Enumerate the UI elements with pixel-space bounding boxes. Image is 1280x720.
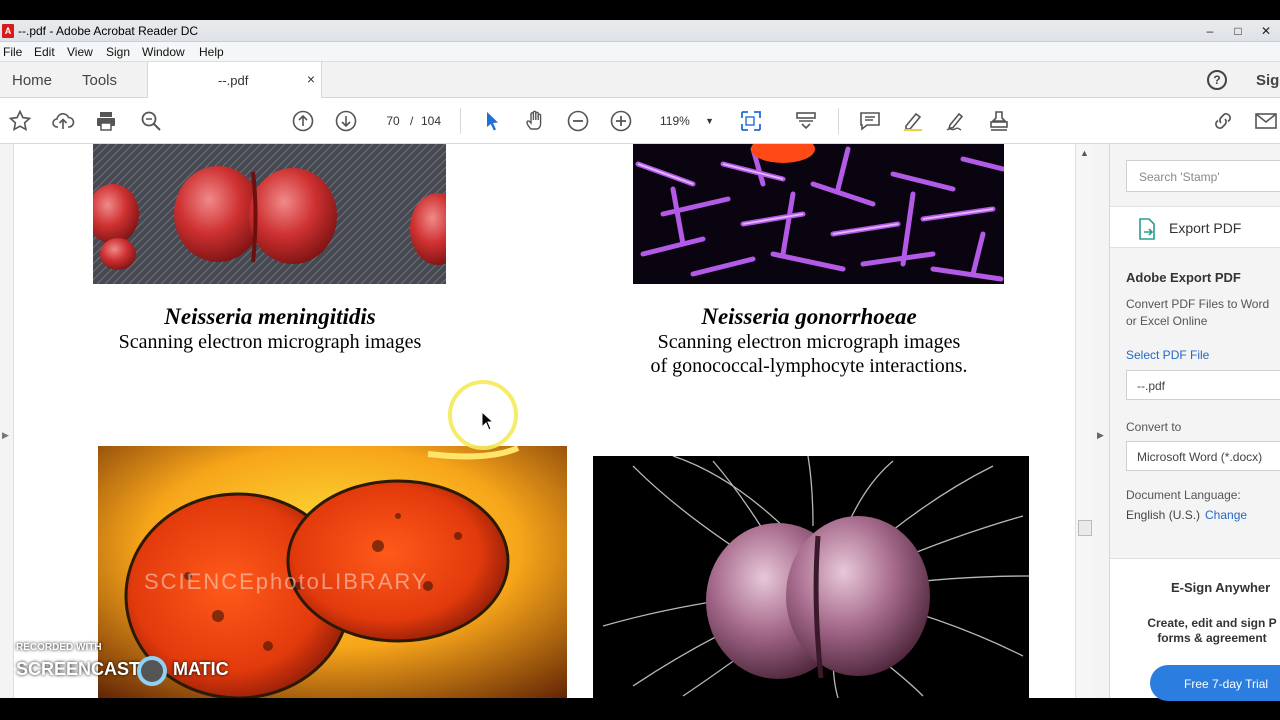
recorded-with-text: RECORDED WITH [16, 642, 102, 653]
sign-in-button[interactable]: Sig [1256, 72, 1279, 89]
esign-description-line: Create, edit and sign P [1147, 616, 1277, 630]
navigation-pane-toggle[interactable]: ▶ [0, 144, 14, 698]
convert-to-select[interactable]: Microsoft Word (*.docx) [1126, 441, 1280, 471]
free-trial-button[interactable]: Free 7-day Trial [1150, 665, 1280, 701]
zoom-in-icon[interactable] [609, 109, 633, 133]
tab-document[interactable]: --.pdf × [147, 62, 322, 98]
comment-icon[interactable] [858, 109, 882, 133]
species-name: Neisseria meningitidis [164, 304, 376, 329]
esign-description: Create, edit and sign P forms & agreemen… [1144, 616, 1280, 646]
menu-bar: File Edit View Sign Window Help [0, 42, 1280, 62]
share-link-icon[interactable] [1211, 109, 1235, 133]
tab-bar: Home Tools --.pdf × ? Sig [0, 62, 1280, 98]
right-pane-toggle[interactable]: ▶ [1093, 144, 1110, 698]
screen: A --.pdf - Adobe Acrobat Reader DC – □ ✕… [0, 0, 1280, 720]
chevron-right-icon: ▶ [1097, 430, 1104, 440]
brand-left-text: SCREENCAST [16, 659, 141, 679]
toolbar-divider [838, 108, 839, 134]
select-arrow-icon[interactable] [480, 109, 504, 133]
scrollbar-thumb[interactable] [1078, 520, 1092, 536]
document-view[interactable]: Neisseria meningitidis Scanning electron… [14, 144, 1075, 698]
main-toolbar: 70 / 104 119% ▼ [0, 98, 1280, 144]
change-language-link[interactable]: Change [1205, 508, 1247, 522]
help-icon[interactable]: ? [1207, 70, 1227, 90]
menu-window[interactable]: Window [142, 45, 185, 59]
find-icon[interactable] [139, 109, 163, 133]
export-description: Convert PDF Files to Word or Excel Onlin… [1126, 297, 1270, 328]
zoom-out-icon[interactable] [566, 109, 590, 133]
tools-search-input[interactable]: Search 'Stamp' [1126, 160, 1280, 192]
select-pdf-file-link[interactable]: Select PDF File [1126, 348, 1209, 362]
zoom-value: 119% [660, 114, 690, 128]
menu-edit[interactable]: Edit [34, 45, 55, 59]
micrograph-meningitidis [93, 144, 446, 284]
convert-to-label: Convert to [1126, 420, 1182, 434]
caption-line: Scanning electron micrograph images [118, 331, 422, 353]
close-tab-icon[interactable]: × [307, 71, 315, 87]
tab-tools[interactable]: Tools [82, 72, 117, 89]
document-language-label: Document Language: [1126, 488, 1241, 502]
chevron-right-icon: ▶ [2, 430, 9, 440]
export-pdf-button[interactable]: Export PDF [1110, 206, 1280, 248]
tools-pane: Search 'Stamp' Export PDF Adobe Export P… [1110, 144, 1280, 701]
window-title-bar: A --.pdf - Adobe Acrobat Reader DC – □ ✕ [0, 20, 1280, 42]
minimize-button[interactable]: – [1196, 20, 1224, 42]
page-down-icon[interactable] [334, 109, 358, 133]
page-separator: / [410, 114, 414, 128]
document-language-value: English (U.S.) [1126, 508, 1201, 522]
esign-description-line: forms & agreement [1157, 631, 1267, 645]
menu-sign[interactable]: Sign [106, 45, 130, 59]
sign-pen-icon[interactable] [944, 109, 968, 133]
menu-file[interactable]: File [3, 45, 22, 59]
toolbar-divider [460, 108, 461, 134]
acrobat-icon: A [2, 24, 14, 38]
window-title: --.pdf - Adobe Acrobat Reader DC [18, 24, 199, 38]
document-tab-label: --.pdf [218, 73, 249, 88]
caption-meningitidis: Neisseria meningitidis Scanning electron… [84, 304, 456, 354]
print-icon[interactable] [94, 109, 118, 133]
vertical-scrollbar[interactable]: ▲ [1075, 144, 1093, 698]
caption-line: of gonococcal-lymphocyte interactions. [650, 355, 968, 377]
export-heading: Adobe Export PDF [1126, 270, 1241, 285]
page-number-input[interactable]: 70 [378, 111, 408, 131]
bookmark-star-icon[interactable] [8, 109, 32, 133]
tab-home[interactable]: Home [12, 72, 52, 89]
brand-right-text: MATIC [173, 659, 229, 679]
caption-gonorrhoeae: Neisseria gonorrhoeae Scanning electron … [614, 304, 1004, 378]
esign-promo: E-Sign Anywher Create, edit and sign P f… [1110, 558, 1280, 701]
mouse-pointer-icon [481, 411, 495, 431]
selected-file-field[interactable]: --.pdf [1126, 370, 1280, 400]
image-watermark: SCIENCEphotoLIBRARY [144, 569, 429, 594]
scroll-mode-icon[interactable] [794, 109, 818, 133]
export-pdf-label: Export PDF [1169, 220, 1242, 236]
caption-line: Scanning electron micrograph images [657, 331, 961, 353]
page-total: 104 [421, 114, 442, 128]
micrograph-gonorrhoeae-lymphocyte [633, 144, 1004, 284]
micrograph-gonococcus-pili [593, 456, 1029, 698]
chevron-down-icon: ▼ [705, 116, 714, 126]
species-name: Neisseria gonorrhoeae [701, 304, 917, 329]
hand-icon[interactable] [523, 109, 547, 133]
page-up-icon[interactable] [291, 109, 315, 133]
export-pdf-icon [1139, 218, 1155, 240]
fit-page-icon[interactable] [739, 109, 763, 133]
menu-view[interactable]: View [67, 45, 93, 59]
close-window-button[interactable]: ✕ [1252, 20, 1280, 42]
upload-cloud-icon[interactable] [51, 109, 75, 133]
menu-help[interactable]: Help [199, 45, 224, 59]
scroll-up-icon[interactable]: ▲ [1080, 148, 1089, 158]
stamp-icon[interactable] [987, 109, 1011, 133]
esign-title: E-Sign Anywher [1171, 580, 1271, 595]
highlight-pen-icon[interactable] [901, 109, 925, 133]
email-icon[interactable] [1254, 109, 1278, 133]
screencast-logo-icon [137, 656, 167, 686]
zoom-dropdown[interactable]: 119% ▼ [652, 111, 718, 131]
maximize-button[interactable]: □ [1224, 20, 1252, 42]
